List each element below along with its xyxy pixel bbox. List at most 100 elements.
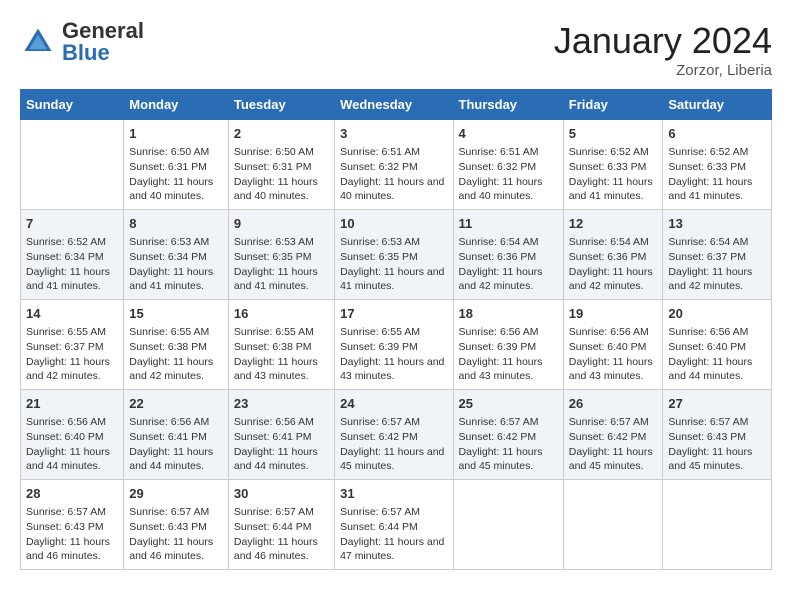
day-number: 12 — [569, 215, 658, 233]
calendar-cell: 16Sunrise: 6:55 AMSunset: 6:38 PMDayligh… — [228, 300, 334, 390]
calendar-week-row: 14 Sunrise: 6:55 AMSunset: 6:37 PMDayligh… — [21, 300, 772, 390]
day-number: 10 — [340, 215, 447, 233]
cell-info: Sunrise: 6:57 AMSunset: 6:42 PMDaylight:… — [340, 415, 447, 474]
cell-info: Sunrise: 6:55 AMSunset: 6:39 PMDaylight:… — [340, 325, 447, 384]
calendar-cell: 15Sunrise: 6:55 AMSunset: 6:38 PMDayligh… — [124, 300, 229, 390]
day-number: 21 — [26, 395, 118, 413]
col-header-sunday: Sunday — [21, 90, 124, 120]
calendar-cell — [21, 120, 124, 210]
day-number: 27 — [668, 395, 766, 413]
calendar-cell: 10 Sunrise: 6:53 AMSunset: 6:35 PMDayligh… — [335, 210, 453, 300]
calendar-cell — [453, 480, 563, 570]
calendar-table: SundayMondayTuesdayWednesdayThursdayFrid… — [20, 89, 772, 570]
calendar-cell: 27 Sunrise: 6:57 AMSunset: 6:43 PMDayligh… — [663, 390, 772, 480]
cell-info: Sunrise: 6:54 AMSunset: 6:36 PMDaylight:… — [569, 235, 658, 294]
calendar-cell — [563, 480, 663, 570]
calendar-header-row: SundayMondayTuesdayWednesdayThursdayFrid… — [21, 90, 772, 120]
calendar-cell: 19 Sunrise: 6:56 AMSunset: 6:40 PMDayligh… — [563, 300, 663, 390]
col-header-wednesday: Wednesday — [335, 90, 453, 120]
cell-info: Sunrise: 6:56 AMSunset: 6:40 PMDaylight:… — [569, 325, 658, 384]
logo-blue: Blue — [62, 40, 110, 65]
cell-info: Sunrise: 6:51 AMSunset: 6:32 PMDaylight:… — [459, 145, 558, 204]
day-number: 19 — [569, 305, 658, 323]
cell-info: Sunrise: 6:53 AMSunset: 6:35 PMDaylight:… — [340, 235, 447, 294]
month-year: January 2024 — [554, 20, 772, 62]
day-number: 1 — [129, 125, 223, 143]
location: Zorzor, Liberia — [554, 62, 772, 79]
day-number: 7 — [26, 215, 118, 233]
calendar-week-row: 28 Sunrise: 6:57 AMSunset: 6:43 PMDayligh… — [21, 480, 772, 570]
day-number: 29 — [129, 485, 223, 503]
col-header-thursday: Thursday — [453, 90, 563, 120]
calendar-cell: 6 Sunrise: 6:52 AMSunset: 6:33 PMDaylight… — [663, 120, 772, 210]
calendar-cell: 24 Sunrise: 6:57 AMSunset: 6:42 PMDayligh… — [335, 390, 453, 480]
day-number: 22 — [129, 395, 223, 413]
cell-info: Sunrise: 6:53 AMSunset: 6:34 PMDaylight:… — [129, 235, 223, 294]
col-header-tuesday: Tuesday — [228, 90, 334, 120]
calendar-cell: 5 Sunrise: 6:52 AMSunset: 6:33 PMDaylight… — [563, 120, 663, 210]
day-number: 13 — [668, 215, 766, 233]
day-number: 3 — [340, 125, 447, 143]
cell-info: Sunrise: 6:52 AMSunset: 6:34 PMDaylight:… — [26, 235, 118, 294]
day-number: 14 — [26, 305, 118, 323]
calendar-cell: 2 Sunrise: 6:50 AMSunset: 6:31 PMDaylight… — [228, 120, 334, 210]
cell-info: Sunrise: 6:54 AMSunset: 6:36 PMDaylight:… — [459, 235, 558, 294]
day-number: 9 — [234, 215, 329, 233]
calendar-cell: 31Sunrise: 6:57 AMSunset: 6:44 PMDayligh… — [335, 480, 453, 570]
day-number: 20 — [668, 305, 766, 323]
logo-icon — [20, 24, 56, 60]
cell-info: Sunrise: 6:57 AMSunset: 6:43 PMDaylight:… — [668, 415, 766, 474]
calendar-cell: 21 Sunrise: 6:56 AMSunset: 6:40 PMDayligh… — [21, 390, 124, 480]
day-number: 5 — [569, 125, 658, 143]
cell-info: Sunrise: 6:57 AMSunset: 6:43 PMDaylight:… — [129, 505, 223, 564]
cell-info: Sunrise: 6:56 AMSunset: 6:39 PMDaylight:… — [459, 325, 558, 384]
calendar-week-row: 21 Sunrise: 6:56 AMSunset: 6:40 PMDayligh… — [21, 390, 772, 480]
calendar-cell: 17Sunrise: 6:55 AMSunset: 6:39 PMDayligh… — [335, 300, 453, 390]
logo-text: General Blue — [62, 20, 144, 64]
calendar-cell: 11Sunrise: 6:54 AMSunset: 6:36 PMDayligh… — [453, 210, 563, 300]
cell-info: Sunrise: 6:57 AMSunset: 6:44 PMDaylight:… — [340, 505, 447, 564]
cell-info: Sunrise: 6:56 AMSunset: 6:41 PMDaylight:… — [129, 415, 223, 474]
day-number: 8 — [129, 215, 223, 233]
col-header-friday: Friday — [563, 90, 663, 120]
day-number: 28 — [26, 485, 118, 503]
calendar-cell: 7 Sunrise: 6:52 AMSunset: 6:34 PMDaylight… — [21, 210, 124, 300]
calendar-cell — [663, 480, 772, 570]
col-header-monday: Monday — [124, 90, 229, 120]
cell-info: Sunrise: 6:56 AMSunset: 6:40 PMDaylight:… — [26, 415, 118, 474]
cell-info: Sunrise: 6:57 AMSunset: 6:43 PMDaylight:… — [26, 505, 118, 564]
cell-info: Sunrise: 6:54 AMSunset: 6:37 PMDaylight:… — [668, 235, 766, 294]
cell-info: Sunrise: 6:51 AMSunset: 6:32 PMDaylight:… — [340, 145, 447, 204]
cell-info: Sunrise: 6:53 AMSunset: 6:35 PMDaylight:… — [234, 235, 329, 294]
day-number: 6 — [668, 125, 766, 143]
calendar-week-row: 1 Sunrise: 6:50 AMSunset: 6:31 PMDaylight… — [21, 120, 772, 210]
calendar-cell: 22 Sunrise: 6:56 AMSunset: 6:41 PMDayligh… — [124, 390, 229, 480]
calendar-cell: 8 Sunrise: 6:53 AMSunset: 6:34 PMDaylight… — [124, 210, 229, 300]
calendar-cell: 9 Sunrise: 6:53 AMSunset: 6:35 PMDaylight… — [228, 210, 334, 300]
day-number: 24 — [340, 395, 447, 413]
title-block: January 2024 Zorzor, Liberia — [554, 20, 772, 79]
calendar-cell: 28 Sunrise: 6:57 AMSunset: 6:43 PMDayligh… — [21, 480, 124, 570]
calendar-cell: 1Sunrise: 6:50 AMSunset: 6:31 PMDaylight… — [124, 120, 229, 210]
day-number: 23 — [234, 395, 329, 413]
cell-info: Sunrise: 6:55 AMSunset: 6:38 PMDaylight:… — [234, 325, 329, 384]
cell-info: Sunrise: 6:56 AMSunset: 6:41 PMDaylight:… — [234, 415, 329, 474]
cell-info: Sunrise: 6:50 AMSunset: 6:31 PMDaylight:… — [234, 145, 329, 204]
calendar-cell: 25Sunrise: 6:57 AMSunset: 6:42 PMDayligh… — [453, 390, 563, 480]
day-number: 30 — [234, 485, 329, 503]
calendar-cell: 4Sunrise: 6:51 AMSunset: 6:32 PMDaylight… — [453, 120, 563, 210]
day-number: 2 — [234, 125, 329, 143]
day-number: 26 — [569, 395, 658, 413]
page-header: General Blue January 2024 Zorzor, Liberi… — [20, 20, 772, 79]
day-number: 18 — [459, 305, 558, 323]
calendar-cell: 12 Sunrise: 6:54 AMSunset: 6:36 PMDayligh… — [563, 210, 663, 300]
cell-info: Sunrise: 6:57 AMSunset: 6:44 PMDaylight:… — [234, 505, 329, 564]
calendar-cell: 13 Sunrise: 6:54 AMSunset: 6:37 PMDayligh… — [663, 210, 772, 300]
calendar-cell: 23 Sunrise: 6:56 AMSunset: 6:41 PMDayligh… — [228, 390, 334, 480]
cell-info: Sunrise: 6:52 AMSunset: 6:33 PMDaylight:… — [668, 145, 766, 204]
logo: General Blue — [20, 20, 144, 64]
cell-info: Sunrise: 6:52 AMSunset: 6:33 PMDaylight:… — [569, 145, 658, 204]
calendar-cell: 18 Sunrise: 6:56 AMSunset: 6:39 PMDayligh… — [453, 300, 563, 390]
cell-info: Sunrise: 6:55 AMSunset: 6:37 PMDaylight:… — [26, 325, 118, 384]
cell-info: Sunrise: 6:57 AMSunset: 6:42 PMDaylight:… — [569, 415, 658, 474]
